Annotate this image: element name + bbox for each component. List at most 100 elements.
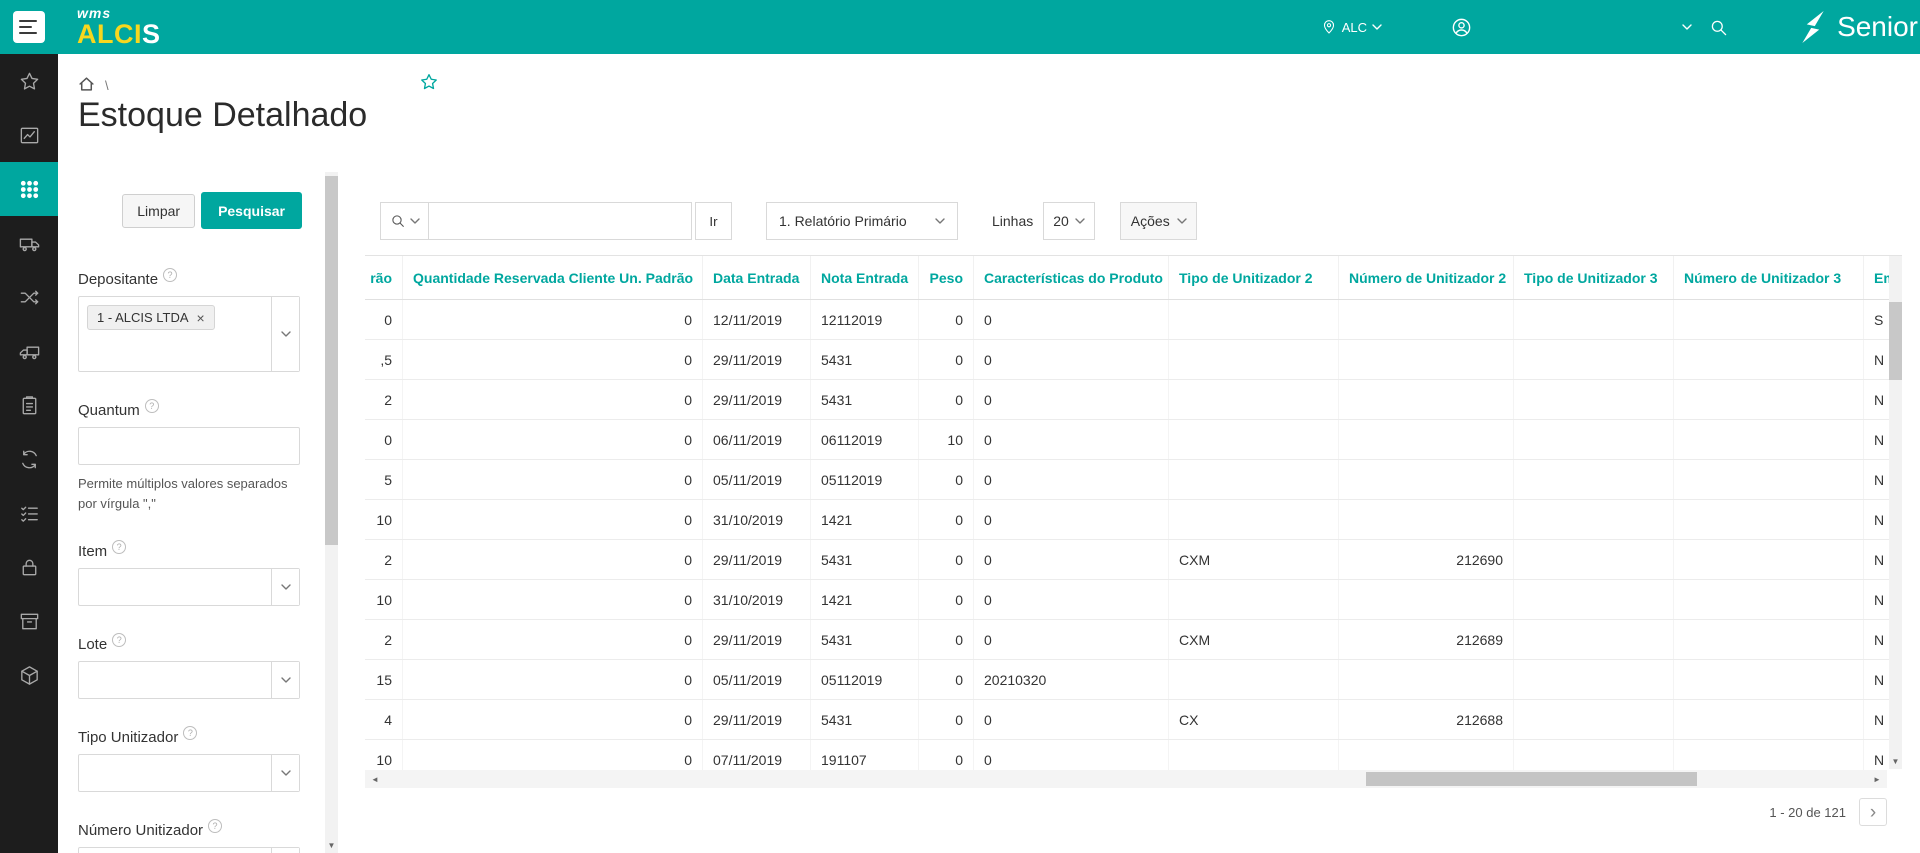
table-cell: 0 — [403, 340, 703, 379]
filter-scrollbar[interactable]: ▼ — [325, 172, 338, 853]
table-cell: 2 — [365, 540, 403, 579]
table-cell: 0 — [919, 740, 974, 770]
table-cell — [1514, 660, 1674, 699]
table-row[interactable]: 10 0 31/10/2019 1421 0 0 N — [365, 500, 1902, 540]
sidebar-item-favorites[interactable] — [0, 54, 58, 108]
scrollbar-thumb[interactable] — [1366, 772, 1697, 786]
table-search-input[interactable] — [429, 202, 692, 240]
table-row[interactable]: ,5 0 29/11/2019 5431 0 0 N — [365, 340, 1902, 380]
column-header[interactable]: Número de Unitizador 3 — [1674, 256, 1864, 299]
sidebar-item-packages[interactable] — [0, 648, 58, 702]
actions-label: Ações — [1130, 213, 1170, 229]
location-selector[interactable]: ALC — [1321, 18, 1382, 36]
clear-button[interactable]: Limpar — [122, 193, 196, 228]
sidebar-item-dashboard[interactable] — [0, 108, 58, 162]
table-row[interactable]: 15 0 05/11/2019 05112019 0 20210320 N — [365, 660, 1902, 700]
actions-button[interactable]: Ações — [1120, 202, 1198, 240]
depositante-multiselect[interactable]: 1 - ALCIS LTDA × — [78, 296, 300, 372]
column-header[interactable]: Nota Entrada — [811, 256, 919, 299]
column-header[interactable]: Quantidade Reservada Cliente Un. Padrão — [403, 256, 703, 299]
sidebar-item-apps[interactable] — [0, 162, 58, 216]
sidebar-item-shipping[interactable] — [0, 216, 58, 270]
chevron-down-icon — [1075, 218, 1085, 224]
rows-per-page-value: 20 — [1053, 213, 1069, 229]
help-icon[interactable]: ? — [112, 633, 127, 647]
topbar-dropdown[interactable] — [1682, 24, 1692, 30]
table-row[interactable]: 2 0 29/11/2019 5431 0 0 N — [365, 380, 1902, 420]
dropdown-toggle[interactable] — [271, 297, 299, 371]
table-cell: 5 — [365, 460, 403, 499]
table-row[interactable]: 4 0 29/11/2019 5431 0 0 CX 212688 N — [365, 700, 1902, 740]
sidebar-item-tasks[interactable] — [0, 486, 58, 540]
table-row[interactable]: 5 0 05/11/2019 05112019 0 0 N — [365, 460, 1902, 500]
table-horizontal-scrollbar[interactable]: ◄ ► — [365, 770, 1887, 788]
scroll-down-icon[interactable]: ▼ — [325, 841, 338, 850]
quantum-input[interactable] — [79, 428, 297, 464]
apps-icon — [20, 180, 38, 198]
lote-select[interactable] — [78, 661, 300, 699]
chevron-down-icon — [1372, 24, 1382, 30]
table-cell: 0 — [974, 460, 1169, 499]
table-cell: 212688 — [1339, 700, 1514, 739]
sidebar-item-receiving[interactable] — [0, 324, 58, 378]
scroll-left-icon[interactable]: ◄ — [367, 770, 383, 788]
table-row[interactable]: 10 0 07/11/2019 191107 0 0 N — [365, 740, 1902, 770]
scrollbar-thumb[interactable] — [325, 176, 338, 545]
column-header[interactable]: Tipo de Unitizador 3 — [1514, 256, 1674, 299]
go-button[interactable]: Ir — [695, 202, 732, 240]
table-cell — [1169, 500, 1339, 539]
table-cell: 29/11/2019 — [703, 620, 811, 659]
remove-tag-icon[interactable]: × — [197, 311, 205, 325]
dropdown-toggle[interactable] — [271, 569, 299, 605]
sidebar-item-transfers[interactable] — [0, 270, 58, 324]
item-select[interactable] — [78, 568, 300, 606]
scroll-down-icon[interactable]: ▼ — [1889, 757, 1902, 766]
hamburger-menu-icon[interactable] — [13, 11, 45, 43]
dropdown-toggle[interactable] — [271, 662, 299, 698]
table-cell: 0 — [974, 420, 1169, 459]
next-page-button[interactable]: › — [1859, 798, 1887, 826]
column-search-selector[interactable] — [380, 202, 429, 240]
column-header[interactable]: Tipo de Unitizador 2 — [1169, 256, 1339, 299]
dashboard-icon — [20, 127, 38, 143]
dropdown-toggle[interactable] — [271, 755, 299, 791]
sidebar-item-security[interactable] — [0, 540, 58, 594]
sidebar-item-sync[interactable] — [0, 432, 58, 486]
help-icon[interactable]: ? — [163, 268, 178, 282]
sidebar-item-picking[interactable] — [0, 378, 58, 432]
global-search[interactable] — [1709, 18, 1728, 37]
column-header[interactable]: Características do Produto — [974, 256, 1169, 299]
favorite-star-icon[interactable] — [419, 72, 439, 97]
column-header[interactable]: rão — [365, 256, 403, 299]
user-menu[interactable] — [1451, 17, 1472, 38]
table-row[interactable]: 0 0 12/11/2019 12112019 0 0 S — [365, 300, 1902, 340]
table-row[interactable]: 2 0 29/11/2019 5431 0 0 CXM 212689 N — [365, 620, 1902, 660]
table-cell: 0 — [365, 300, 403, 339]
table-cell: 0 — [919, 300, 974, 339]
home-icon[interactable] — [78, 76, 95, 95]
help-icon[interactable]: ? — [183, 726, 198, 740]
column-header[interactable]: Data Entrada — [703, 256, 811, 299]
search-button[interactable]: Pesquisar — [201, 192, 302, 229]
tipo-unitizador-select[interactable] — [78, 754, 300, 792]
report-select[interactable]: 1. Relatório Primário — [766, 202, 958, 240]
column-header[interactable]: Número de Unitizador 2 — [1339, 256, 1514, 299]
table-row[interactable]: 10 0 31/10/2019 1421 0 0 N — [365, 580, 1902, 620]
table-row[interactable]: 2 0 29/11/2019 5431 0 0 CXM 212690 N — [365, 540, 1902, 580]
table-cell: 212690 — [1339, 540, 1514, 579]
help-icon[interactable]: ? — [144, 399, 159, 413]
dropdown-toggle[interactable] — [271, 848, 299, 853]
table-cell: 0 — [403, 460, 703, 499]
help-icon[interactable]: ? — [112, 540, 127, 554]
scrollbar-thumb[interactable] — [1889, 302, 1902, 380]
table-vertical-scrollbar[interactable]: ▼ — [1889, 256, 1902, 769]
chevron-down-icon — [280, 677, 291, 683]
table-row[interactable]: 0 0 06/11/2019 06112019 10 0 N — [365, 420, 1902, 460]
sidebar-item-inventory[interactable] — [0, 594, 58, 648]
numero-unitizador-select[interactable] — [78, 847, 300, 853]
chevron-down-icon — [280, 331, 291, 337]
rows-per-page-select[interactable]: 20 — [1043, 202, 1096, 240]
column-header[interactable]: Peso — [919, 256, 974, 299]
help-icon[interactable]: ? — [208, 819, 223, 833]
scroll-right-icon[interactable]: ► — [1869, 770, 1885, 788]
